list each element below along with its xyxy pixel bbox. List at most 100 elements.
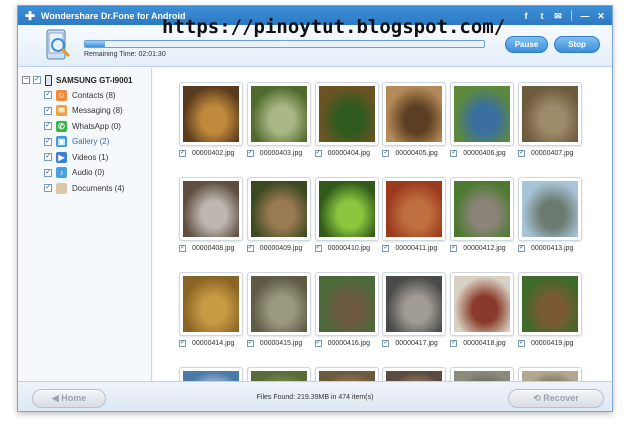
photo-checkbox[interactable]: ✓ <box>314 245 322 252</box>
gallery-item[interactable]: ✓ 00000418.jpg <box>450 272 515 347</box>
photo-filename: 00000411.jpg <box>395 245 438 252</box>
gallery-item[interactable] <box>382 367 447 381</box>
thumbnail-frame[interactable] <box>314 367 379 381</box>
gallery-icon: ▣ <box>56 136 67 147</box>
photo-checkbox[interactable]: ✓ <box>246 245 254 252</box>
sidebar-item[interactable]: ✓ ☺ Contacts (8) <box>44 88 116 102</box>
photo-checkbox[interactable]: ✓ <box>450 150 458 157</box>
sidebar-item[interactable]: ✓ ♪ Audio (0) <box>44 166 104 180</box>
sidebar-item-checkbox[interactable]: ✓ <box>44 137 52 146</box>
gallery-item[interactable] <box>179 367 243 381</box>
gallery-item[interactable]: ✓ 00000406.jpg <box>450 82 515 157</box>
photo-checkbox[interactable]: ✓ <box>450 340 458 347</box>
photo-checkbox[interactable]: ✓ <box>518 245 525 252</box>
feedback-icon[interactable]: ✉ <box>553 11 563 21</box>
photo-thumbnail <box>183 86 239 142</box>
twitter-icon[interactable]: t <box>537 11 547 21</box>
photo-filename: 00000404.jpg <box>327 150 371 157</box>
photo-checkbox[interactable]: ✓ <box>246 150 254 157</box>
thumbnail-frame[interactable] <box>179 367 243 381</box>
photo-checkbox[interactable]: ✓ <box>382 245 390 252</box>
gallery-item[interactable]: ✓ 00000411.jpg <box>382 177 447 252</box>
thumbnail-frame[interactable] <box>518 82 582 146</box>
photo-checkbox[interactable]: ✓ <box>179 340 186 347</box>
thumbnail-frame[interactable] <box>314 272 379 336</box>
thumbnail-frame[interactable] <box>179 177 243 241</box>
gallery-item[interactable]: ✓ 00000416.jpg <box>314 272 379 347</box>
photo-thumbnail <box>386 86 443 142</box>
thumbnail-frame[interactable] <box>382 177 447 241</box>
gallery-item[interactable]: ✓ 00000419.jpg <box>518 272 582 347</box>
sidebar-item-checkbox[interactable]: ✓ <box>44 91 52 99</box>
gallery-item[interactable]: ✓ 00000414.jpg <box>179 272 243 347</box>
gallery-item[interactable]: ✓ 00000413.jpg <box>518 177 582 252</box>
thumbnail-frame[interactable] <box>314 177 379 241</box>
photo-checkbox[interactable]: ✓ <box>382 150 390 157</box>
thumbnail-frame[interactable] <box>518 272 582 336</box>
gallery-item[interactable]: ✓ 00000404.jpg <box>314 82 379 157</box>
thumbnail-frame[interactable] <box>246 82 311 146</box>
gallery-item[interactable]: ✓ 00000405.jpg <box>382 82 447 157</box>
photo-checkbox[interactable]: ✓ <box>518 340 525 347</box>
gallery-item[interactable]: ✓ 00000409.jpg <box>246 177 311 252</box>
photo-checkbox[interactable]: ✓ <box>314 150 322 157</box>
gallery-item[interactable]: ✓ 00000407.jpg <box>518 82 582 157</box>
thumbnail-frame[interactable] <box>382 272 447 336</box>
scan-progress-bar: 5% <box>84 40 485 48</box>
thumbnail-frame[interactable] <box>179 82 243 146</box>
device-checkbox[interactable]: ✓ <box>33 76 41 84</box>
gallery-item[interactable] <box>314 367 379 381</box>
sidebar-item[interactable]: ✓ ▣ Gallery (2) <box>44 135 109 149</box>
gallery-item[interactable]: ✓ 00000408.jpg <box>179 177 243 252</box>
sidebar-item-checkbox[interactable]: ✓ <box>44 153 52 161</box>
sidebar-item[interactable]: ✓ ▶ Videos (1) <box>44 150 108 164</box>
sidebar-item-checkbox[interactable]: ✓ <box>44 184 52 192</box>
close-icon[interactable]: ✕ <box>596 11 606 21</box>
photo-checkbox[interactable]: ✓ <box>518 150 525 157</box>
facebook-icon[interactable]: f <box>521 11 531 21</box>
thumbnail-frame[interactable] <box>382 367 447 381</box>
thumbnail-frame[interactable] <box>246 272 311 336</box>
gallery-item[interactable] <box>450 367 515 381</box>
progress-percent: 5% <box>279 40 290 47</box>
photo-checkbox[interactable]: ✓ <box>246 340 254 347</box>
thumbnail-frame[interactable] <box>450 82 515 146</box>
sidebar-item[interactable]: ✓ ✉ Messaging (8) <box>44 104 123 118</box>
thumbnail-frame[interactable] <box>450 272 515 336</box>
thumbnail-frame[interactable] <box>450 177 515 241</box>
collapse-icon[interactable]: − <box>22 76 30 84</box>
minimize-icon[interactable]: — <box>580 11 590 21</box>
gallery-item[interactable]: ✓ 00000412.jpg <box>450 177 515 252</box>
photo-checkbox[interactable]: ✓ <box>179 150 186 157</box>
recover-button[interactable]: ⟲ Recover <box>508 389 604 408</box>
photo-checkbox[interactable]: ✓ <box>179 245 186 252</box>
photo-thumbnail <box>522 86 578 142</box>
photo-checkbox[interactable]: ✓ <box>314 340 322 347</box>
sidebar-item[interactable]: ✓ Documents (4) <box>44 181 124 195</box>
photo-checkbox[interactable]: ✓ <box>450 245 458 252</box>
thumbnail-frame[interactable] <box>382 82 447 146</box>
gallery-item[interactable]: ✓ 00000402.jpg <box>179 82 243 157</box>
gallery-item[interactable] <box>246 367 311 381</box>
gallery-item[interactable]: ✓ 00000410.jpg <box>314 177 379 252</box>
thumbnail-frame[interactable] <box>518 367 582 381</box>
sidebar-item[interactable]: ✓ ✆ WhatsApp (0) <box>44 119 121 133</box>
pause-button[interactable]: Pause <box>505 36 548 53</box>
gallery-item[interactable] <box>518 367 582 381</box>
sidebar-item-checkbox[interactable]: ✓ <box>44 122 52 130</box>
thumbnail-frame[interactable] <box>450 367 515 381</box>
sidebar-item-checkbox[interactable]: ✓ <box>44 168 52 177</box>
gallery-item[interactable]: ✓ 00000403.jpg <box>246 82 311 157</box>
gallery-item[interactable]: ✓ 00000415.jpg <box>246 272 311 347</box>
device-node[interactable]: − ✓ SAMSUNG GT-I9001 <box>22 73 132 87</box>
thumbnail-frame[interactable] <box>314 82 379 146</box>
thumbnail-caption: ✓ 00000412.jpg <box>450 245 514 252</box>
sidebar-item-checkbox[interactable]: ✓ <box>44 106 52 115</box>
stop-button[interactable]: Stop <box>554 36 600 53</box>
thumbnail-frame[interactable] <box>246 367 311 381</box>
photo-checkbox[interactable]: ✓ <box>382 340 390 347</box>
thumbnail-frame[interactable] <box>518 177 582 241</box>
gallery-item[interactable]: ✓ 00000417.jpg <box>382 272 447 347</box>
thumbnail-frame[interactable] <box>246 177 311 241</box>
thumbnail-frame[interactable] <box>179 272 243 336</box>
